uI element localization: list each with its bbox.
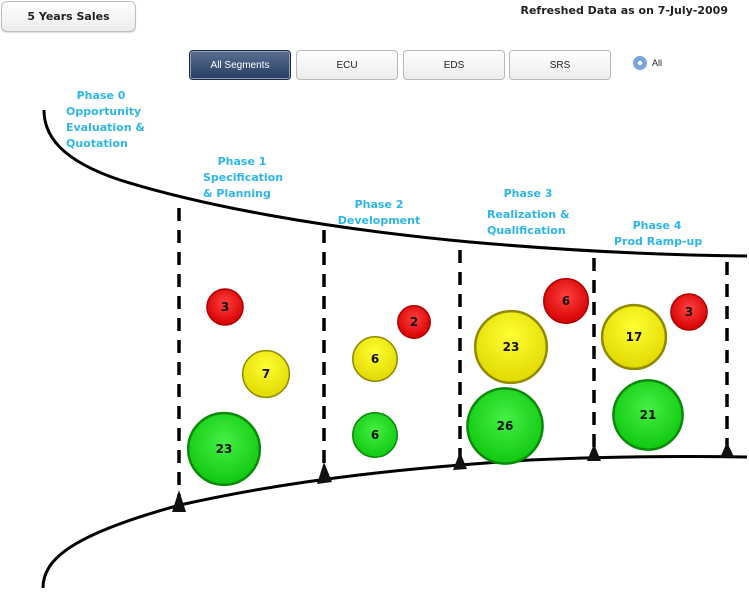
bubble-label-green-phase-1: 23 xyxy=(216,442,233,456)
divider-foot-1 xyxy=(172,490,186,512)
phase-3-line-3: Qualification xyxy=(487,224,566,237)
phase-1-label: Phase 1 Specification & Planning xyxy=(203,154,283,202)
bubble-label-green-phase-4: 21 xyxy=(640,408,657,422)
divider-foot-5 xyxy=(720,442,734,458)
bubble-label-yellow-phase-4: 17 xyxy=(626,330,643,344)
phase-2-line-1: Phase 2 xyxy=(354,198,404,211)
phase-4-line-2: Prod Ramp-up xyxy=(614,235,703,248)
bubble-label-green-phase-2: 6 xyxy=(371,428,379,442)
phase-0-label: Phase 0 Opportunity Evaluation & Quotati… xyxy=(66,88,145,152)
phase-2-line-2: Development xyxy=(337,214,421,227)
phase-3-label: Phase 3 Realization & Qualification xyxy=(487,186,570,239)
bubble-layer: 32637623172362621 xyxy=(186,278,708,487)
bubble-label-red-phase-1: 3 xyxy=(221,300,229,314)
bubble-label-red-phase-2: 2 xyxy=(410,315,418,329)
divider-foot-3 xyxy=(453,452,467,470)
phase-0-line-1: Phase 0 xyxy=(76,89,126,102)
divider-foot-2 xyxy=(317,462,332,484)
bubble-label-yellow-phase-1: 7 xyxy=(262,367,270,381)
phase-1-line-3: & Planning xyxy=(203,187,271,200)
phase-3-line-2: Realization & xyxy=(487,208,570,221)
phase-0-line-2: Opportunity xyxy=(66,105,142,118)
phase-1-line-1: Phase 1 xyxy=(217,155,267,168)
bubble-label-red-phase-3: 6 xyxy=(562,294,570,308)
phase-1-line-2: Specification xyxy=(203,171,284,184)
phase-0-line-3: Evaluation & xyxy=(66,121,145,134)
phase-2-label: Phase 2 Development xyxy=(337,197,421,229)
bubble-label-yellow-phase-3: 23 xyxy=(503,340,520,354)
funnel-bottom-curve xyxy=(41,454,748,589)
bubble-label-green-phase-3: 26 xyxy=(497,419,514,433)
bubble-label-red-phase-4: 3 xyxy=(685,305,693,319)
divider-foot-4 xyxy=(587,444,601,461)
phase-0-line-4: Quotation xyxy=(66,137,128,150)
phase-4-line-1: Phase 4 xyxy=(632,219,682,232)
bubble-label-yellow-phase-2: 6 xyxy=(371,352,379,366)
phase-4-label: Phase 4 Prod Ramp-up xyxy=(614,218,703,250)
phase-3-line-1: Phase 3 xyxy=(503,187,553,200)
